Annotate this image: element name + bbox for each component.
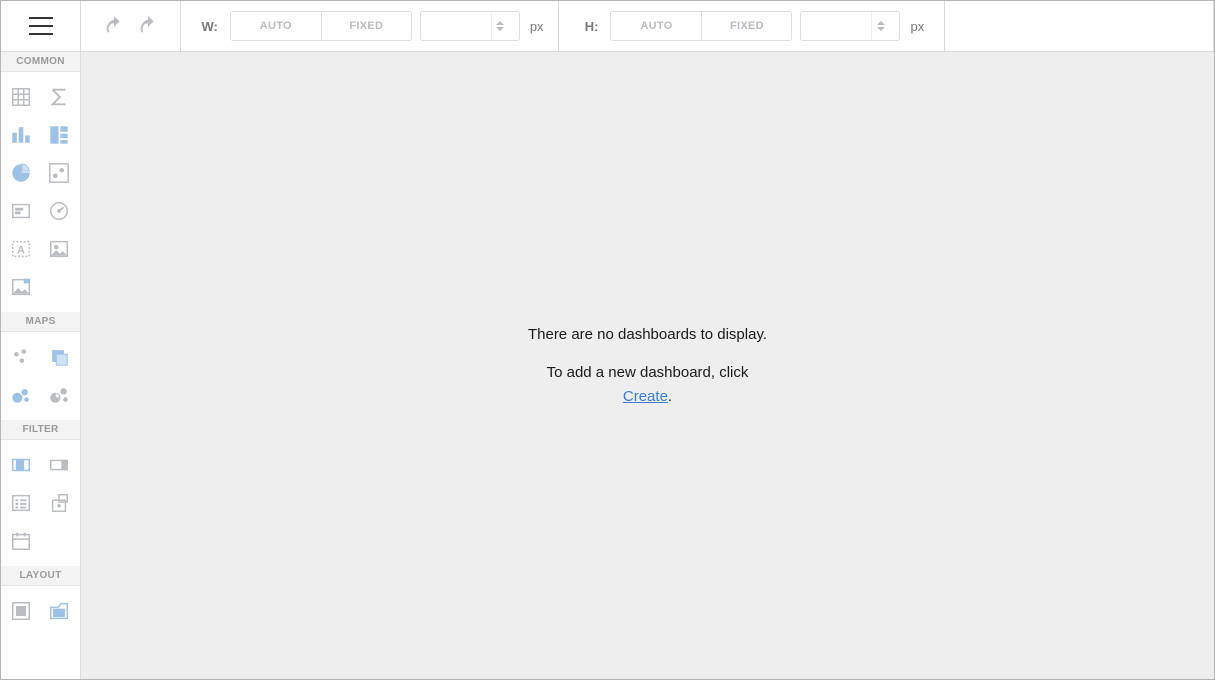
menu-icon[interactable] (29, 17, 53, 35)
redo-icon[interactable] (137, 15, 159, 37)
layout-tools (1, 590, 80, 636)
width-auto-button[interactable]: AUTO (231, 12, 321, 40)
common-tools: A (1, 76, 80, 312)
empty-line-1: There are no dashboards to display. (528, 323, 767, 347)
maps-tools (1, 336, 80, 420)
composite-chart-icon[interactable] (40, 116, 78, 154)
width-fixed-button[interactable]: FIXED (321, 12, 411, 40)
create-link[interactable]: Create (623, 388, 668, 405)
width-field (420, 11, 520, 41)
grid-icon[interactable] (2, 78, 40, 116)
height-step-down-icon[interactable] (877, 27, 885, 31)
image-icon[interactable] (40, 230, 78, 268)
app-root: W: AUTO FIXED px H: AUTO FIXED (0, 0, 1215, 680)
svg-text:A: A (17, 245, 25, 257)
bar-chart-icon[interactable] (2, 116, 40, 154)
history-cell (81, 1, 181, 51)
pie-map-icon[interactable] (40, 376, 78, 414)
gauge-icon[interactable] (40, 192, 78, 230)
bound-image-icon[interactable] (2, 268, 40, 306)
group-icon[interactable] (2, 592, 40, 630)
width-input[interactable] (421, 12, 491, 40)
width-step-up-icon[interactable] (496, 21, 504, 25)
range-filter-icon[interactable] (2, 446, 40, 484)
textbox-icon[interactable]: A (2, 230, 40, 268)
empty-line-2: To add a new dashboard, click Create. (528, 361, 767, 409)
height-spinners (871, 12, 889, 40)
width-step-down-icon[interactable] (496, 27, 504, 31)
height-input[interactable] (801, 12, 871, 40)
sigma-icon[interactable] (40, 78, 78, 116)
height-auto-button[interactable]: AUTO (611, 12, 701, 40)
choropleth-map-icon[interactable] (40, 338, 78, 376)
combo-filter-icon[interactable] (40, 446, 78, 484)
design-canvas: There are no dashboards to display. To a… (81, 52, 1214, 679)
height-cell: H: AUTO FIXED px (559, 1, 945, 51)
height-fixed-button[interactable]: FIXED (701, 12, 791, 40)
date-filter-icon[interactable] (2, 522, 40, 560)
height-label: H: (585, 19, 599, 34)
height-field (800, 11, 900, 41)
height-mode-segmented: AUTO FIXED (610, 11, 792, 41)
width-spinners (491, 12, 509, 40)
undo-icon[interactable] (103, 15, 125, 37)
width-cell: W: AUTO FIXED px (181, 1, 559, 51)
toolbar-spacer (945, 1, 1214, 51)
width-mode-segmented: AUTO FIXED (230, 11, 412, 41)
top-toolbar: W: AUTO FIXED px H: AUTO FIXED (1, 1, 1214, 52)
section-maps: MAPS (1, 312, 80, 332)
section-filter: FILTER (1, 420, 80, 440)
width-unit: px (530, 19, 544, 34)
height-unit: px (910, 19, 924, 34)
list-filter-icon[interactable] (2, 484, 40, 522)
filter-tools (1, 444, 80, 566)
point-map-icon[interactable] (2, 338, 40, 376)
bubble-map-icon[interactable] (2, 376, 40, 414)
section-layout: LAYOUT (1, 566, 80, 586)
tab-container-icon[interactable] (40, 592, 78, 630)
section-common: COMMON (1, 52, 80, 72)
tree-filter-icon[interactable] (40, 484, 78, 522)
empty-state: There are no dashboards to display. To a… (528, 319, 767, 413)
card-icon[interactable] (2, 192, 40, 230)
pie-chart-icon[interactable] (2, 154, 40, 192)
width-label: W: (201, 19, 217, 34)
menu-cell (1, 1, 81, 51)
toolbox-sidebar: COMMON (1, 52, 81, 679)
body: COMMON (1, 52, 1214, 679)
height-step-up-icon[interactable] (877, 21, 885, 25)
scatter-chart-icon[interactable] (40, 154, 78, 192)
